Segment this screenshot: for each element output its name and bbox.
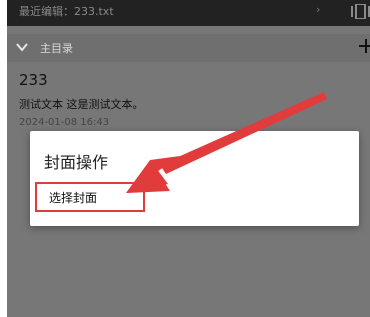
chevron-down-icon[interactable] (15, 40, 29, 54)
app-screen: 最近编辑：233.txt › 主目录 233 测试文本 这是测试文本。 2024… (7, 0, 370, 317)
directory-label: 主目录 (40, 42, 73, 55)
note-title[interactable]: 233 (19, 71, 48, 89)
main-directory-bar[interactable]: 主目录 (7, 34, 370, 62)
cover-dialog: 封面操作 选择封面 (30, 131, 359, 226)
select-cover-option[interactable]: 选择封面 (35, 182, 145, 212)
recent-edit-label: 最近编辑：233.txt (19, 5, 114, 18)
left-margin (0, 0, 7, 317)
dialog-title: 封面操作 (44, 153, 109, 172)
chevron-right-icon: › (316, 3, 321, 16)
layout-icon[interactable] (351, 4, 370, 19)
plus-icon[interactable] (358, 36, 370, 56)
note-timestamp: 2024-01-08 16:43 (19, 117, 110, 128)
note-preview: 测试文本 这是测试文本。 (19, 98, 144, 111)
recent-edit-bar[interactable]: 最近编辑：233.txt › (7, 0, 370, 26)
